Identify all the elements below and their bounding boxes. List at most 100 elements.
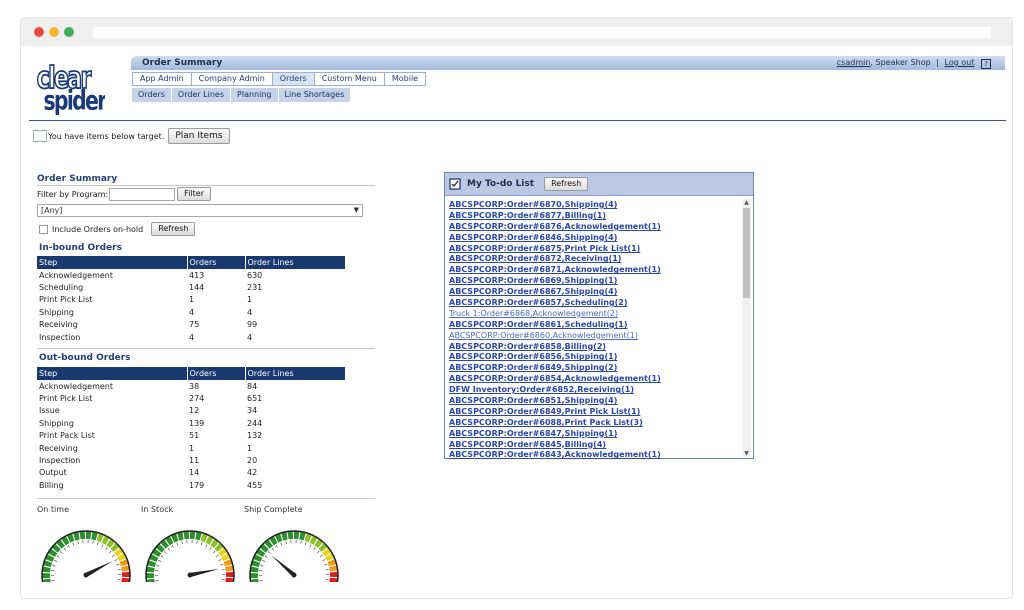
clipboard-check-icon	[449, 178, 461, 190]
table-row: Inspection 11 20	[37, 454, 346, 466]
todo-item-link[interactable]: ABCSPCORP:Order#6860,Acknowledgement(1)	[449, 331, 739, 342]
todo-item-link[interactable]: ABCSPCORP:Order#6843,Acknowledgement(1)	[449, 450, 739, 461]
todo-item-link[interactable]: ABCSPCORP:Order#6849,Print Pick List(1)	[449, 407, 739, 418]
outbound-cell-order-lines: 84	[247, 381, 258, 391]
gauge-tick	[171, 544, 174, 548]
submenu-line-shortages[interactable]: Line Shortages	[279, 88, 352, 102]
menu-orders[interactable]: Orders	[272, 72, 315, 86]
inbound-header-orders: Orders	[187, 256, 246, 269]
program-select[interactable]: [Any] ▼	[37, 204, 363, 217]
todo-item-link[interactable]: ABCSPCORP:Order#6876,Acknowledgement(1)	[449, 222, 739, 233]
table-row: Receiving 1 1	[37, 442, 346, 454]
submenu-orders[interactable]: Orders	[132, 88, 172, 102]
gauge-tick	[163, 551, 167, 554]
outbound-orders-table: Step Orders Order Lines Acknowledgement 3…	[37, 367, 346, 492]
todo-item-link[interactable]: ABCSPCORP:Order#6845,Billing(4)	[449, 440, 739, 451]
outbound-cell-order-lines: 132	[247, 431, 263, 441]
program-filter-input[interactable]	[109, 187, 176, 201]
gauge-segment	[294, 531, 300, 540]
menu-app-admin[interactable]: App Admin	[132, 72, 192, 86]
gauge-tick	[320, 554, 323, 557]
gauge-tick	[160, 555, 164, 558]
filter-row: Filter by Program: Filter	[37, 187, 211, 201]
todo-item-link[interactable]: ABCSPCORP:Order#6851,Shipping(4)	[449, 396, 739, 407]
todo-item-link[interactable]: ABCSPCORP:Order#6854,Acknowledgement(1)	[449, 374, 739, 385]
help-icon[interactable]: ?	[981, 59, 991, 69]
outbound-cell-orders: 11	[189, 456, 200, 466]
scroll-thumb[interactable]	[743, 208, 750, 298]
gauge-hub	[291, 572, 297, 578]
outbound-cell-orders: 139	[189, 418, 205, 428]
program-select-value: [Any]	[41, 206, 63, 215]
gauge-tick	[218, 559, 222, 562]
outbound-header-step: Step	[37, 367, 188, 380]
todo-item-link[interactable]: ABCSPCORP:Order#6088,Print Pack List(3)	[449, 418, 739, 429]
gauge-label-on-time: On time	[37, 505, 69, 514]
todo-item-link[interactable]: ABCSPCORP:Order#6856,Shipping(1)	[449, 352, 739, 363]
outbound-cell-step: Print Pick List	[39, 394, 93, 404]
logout-link[interactable]: Log out	[945, 58, 975, 67]
outbound-cell-orders: 274	[189, 394, 205, 404]
scroll-up-icon[interactable]: ▲	[742, 199, 751, 206]
gauge-segment	[42, 578, 51, 582]
address-bar[interactable]	[93, 27, 991, 38]
gauge-tick	[280, 542, 283, 546]
todo-item-link[interactable]: ABCSPCORP:Order#6875,Print Pick List(1)	[449, 244, 739, 255]
todo-refresh-button[interactable]: Refresh	[544, 177, 589, 191]
submenu-order-lines[interactable]: Order Lines	[172, 88, 232, 102]
table-row: Shipping 139 244	[37, 417, 346, 429]
inbound-cell-order-lines: 4	[247, 332, 253, 342]
plan-items-button[interactable]: Plan Items	[168, 128, 230, 144]
inbound-cell-orders: 75	[189, 320, 200, 330]
gauge-tick	[92, 540, 94, 544]
todo-item-link[interactable]: ABCSPCORP:Order#6846,Shipping(4)	[449, 233, 739, 244]
gauge-tick	[77, 540, 79, 544]
gauge-tick	[285, 540, 287, 544]
gauge-segment	[42, 572, 51, 579]
browser-window: clear spider Order Summary csadmin, Spea…	[20, 17, 1013, 599]
todo-title: My To-do List	[467, 179, 535, 189]
filter-button[interactable]: Filter	[177, 187, 211, 201]
todo-item-link[interactable]: ABCSPCORP:Order#6872,Receiving(1)	[449, 254, 739, 265]
todo-item-link[interactable]: DFW Inventory:Order#6852,Receiving(1)	[449, 385, 739, 396]
outbound-header-orders: Orders	[187, 367, 246, 380]
gauge-needle	[84, 561, 113, 577]
todo-scrollbar[interactable]: ▲ ▼	[742, 199, 751, 457]
todo-item-link[interactable]: ABCSPCORP:Order#6877,Billing(1)	[449, 211, 739, 222]
include-on-hold-checkbox[interactable]	[39, 224, 48, 234]
gauge-tick	[201, 542, 203, 546]
todo-item-link[interactable]: ABCSPCORP:Order#6858,Billing(2)	[449, 342, 739, 353]
outbound-cell-order-lines: 455	[247, 480, 263, 490]
menu-mobile[interactable]: Mobile	[384, 72, 427, 86]
username-link[interactable]: csadmin	[837, 58, 871, 67]
todo-item-link[interactable]: ABCSPCORP:Order#6849,Shipping(2)	[449, 363, 739, 374]
todo-item-link[interactable]: ABCSPCORP:Order#6861,Scheduling(1)	[449, 320, 739, 331]
gauge-tick	[158, 560, 162, 562]
close-window-button[interactable]	[34, 27, 44, 37]
gauge-tick	[196, 540, 198, 544]
inbound-cell-order-lines: 99	[247, 320, 258, 330]
todo-item-link[interactable]: Truck 1:Order#6868,Acknowledgement(2)	[449, 309, 739, 320]
outbound-cell-orders: 38	[189, 381, 200, 391]
menu-custom-menu[interactable]: Custom Menu	[314, 72, 385, 86]
gauge-tick	[205, 544, 208, 548]
todo-item-link[interactable]: ABCSPCORP:Order#6847,Shipping(1)	[449, 429, 739, 440]
gauge-tick	[271, 547, 274, 551]
maximize-window-button[interactable]	[64, 27, 74, 37]
screenshot-stage: clear spider Order Summary csadmin, Spea…	[0, 0, 1024, 610]
menu-company-admin[interactable]: Company Admin	[191, 72, 273, 86]
todo-item-link[interactable]: ABCSPCORP:Order#6869,Shipping(1)	[449, 276, 739, 287]
scroll-down-icon[interactable]: ▼	[742, 450, 751, 457]
browser-toolbar	[21, 18, 1012, 46]
page-title: Order Summary	[142, 58, 223, 68]
inbound-cell-step: Scheduling	[39, 283, 84, 293]
todo-item-link[interactable]: ABCSPCORP:Order#6867,Shipping(4)	[449, 287, 739, 298]
inbound-cell-order-lines: 231	[247, 283, 263, 293]
todo-item-link[interactable]: ABCSPCORP:Order#6857,Scheduling(2)	[449, 298, 739, 309]
submenu-planning[interactable]: Planning	[231, 88, 279, 102]
gauge-tick	[324, 564, 328, 566]
todo-item-link[interactable]: ABCSPCORP:Order#6870,Shipping(4)	[449, 200, 739, 211]
todo-item-link[interactable]: ABCSPCORP:Order#6871,Acknowledgement(1)	[449, 265, 739, 276]
summary-refresh-button[interactable]: Refresh	[151, 222, 196, 236]
minimize-window-button[interactable]	[49, 27, 59, 37]
